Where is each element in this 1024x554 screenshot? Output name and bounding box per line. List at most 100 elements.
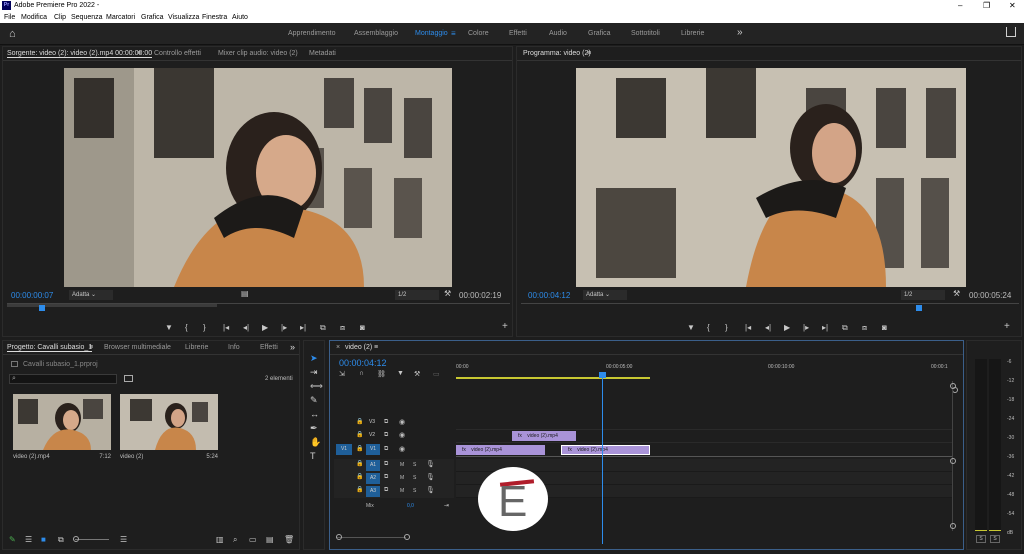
slip-icon[interactable]: ↔ (310, 409, 319, 419)
track-a1-label[interactable]: A1 (366, 460, 380, 471)
workspace-audio[interactable]: Audio (549, 30, 567, 37)
program-mark-in-button[interactable]: { (707, 323, 710, 332)
project-overflow-icon[interactable]: » (290, 342, 295, 352)
menu-aiuto[interactable]: Aiuto (232, 14, 248, 21)
track-v3-lane[interactable] (456, 417, 952, 430)
captions-icon[interactable]: ▭ (433, 370, 440, 378)
timeline-menu-icon[interactable]: ≡ (374, 344, 378, 351)
export-frame-button[interactable]: ◙ (360, 323, 365, 332)
minimize-button[interactable]: – (958, 1, 962, 10)
program-menu-icon[interactable]: ≡ (587, 50, 591, 57)
track-a1-lane[interactable] (456, 459, 952, 472)
track-v2-label[interactable]: V2 (366, 432, 378, 438)
list-view-icon[interactable]: ☰ (25, 535, 32, 544)
track-a3-lock-icon[interactable]: 🔒 (356, 486, 363, 493)
track-a1-sync-icon[interactable]: ⧉ (384, 461, 388, 468)
track-v3-sync-icon[interactable]: ⧉ (384, 419, 388, 426)
vscroll-mid-handle[interactable] (950, 458, 956, 464)
track-a3-sync-icon[interactable]: ⧉ (384, 487, 388, 494)
workspace-colore[interactable]: Colore (468, 30, 489, 37)
linked-selection-icon[interactable]: ⛓ (377, 370, 386, 378)
timeline-clip-v1-b[interactable]: fx video (2).mp4 (561, 445, 650, 455)
overwrite-button[interactable]: ⧈ (340, 323, 345, 333)
track-v2-eye-icon[interactable]: ◉ (399, 431, 405, 439)
vscroll-bottom-handle[interactable] (950, 523, 956, 529)
workspace-montaggio[interactable]: Montaggio (415, 30, 448, 37)
add-marker-button[interactable]: ▼ (165, 323, 173, 332)
track-select-icon[interactable]: ⇥ (310, 367, 318, 378)
tab-effect-controls[interactable]: Controllo effetti (154, 50, 201, 57)
track-a2-mute[interactable]: M (400, 475, 404, 481)
program-go-to-out-button[interactable]: ▸| (822, 323, 828, 332)
go-to-out-button[interactable]: ▸| (300, 323, 306, 332)
menu-sequenza[interactable]: Sequenza (71, 14, 103, 21)
icon-view-icon[interactable]: ■ (41, 535, 46, 544)
automate-icon[interactable]: ▥ (216, 535, 224, 544)
snap-icon[interactable]: ∩ (359, 370, 364, 377)
meter-solo-left[interactable]: S (976, 535, 986, 543)
program-play-button[interactable]: ▶ (784, 323, 790, 332)
track-a1-mute[interactable]: M (400, 462, 404, 468)
program-mark-out-button[interactable]: } (725, 323, 728, 332)
tab-audio-clip-mixer[interactable]: Mixer clip audio: video (2) (218, 50, 298, 57)
track-v2-sync-icon[interactable]: ⧉ (384, 432, 388, 439)
razor-icon[interactable]: ✎ (310, 395, 318, 406)
project-item-1[interactable]: video (2).mp4 7:12 (13, 394, 111, 464)
workspace-overflow-icon[interactable]: » (737, 27, 743, 38)
mark-out-button[interactable]: } (203, 323, 206, 332)
insert-button[interactable]: ⧉ (320, 323, 326, 333)
pen-icon[interactable]: ✒ (310, 423, 318, 434)
source-scrub-bar[interactable] (7, 303, 510, 313)
track-v2-lock-icon[interactable]: 🔒 (356, 431, 363, 438)
find-icon[interactable]: ⌕ (233, 535, 237, 545)
track-a2-sync-icon[interactable]: ⧉ (384, 474, 388, 481)
program-step-back-button[interactable]: ◂| (765, 323, 771, 332)
workspace-apprendimento[interactable]: Apprendimento (288, 30, 335, 37)
timeline-settings-icon[interactable]: ⚒ (414, 370, 420, 378)
program-playhead[interactable] (916, 305, 922, 311)
track-v1-eye-icon[interactable]: ◉ (399, 445, 405, 453)
track-a3-mic-icon[interactable]: 🎙 (426, 486, 435, 494)
tab-media-browser[interactable]: Browser multimediale (104, 344, 171, 351)
timeline-clip-v2[interactable]: fx video (2).mp4 (512, 431, 576, 441)
track-v3-lock-icon[interactable]: 🔒 (356, 418, 363, 425)
go-to-in-button[interactable]: |◂ (223, 323, 229, 332)
new-item-button[interactable]: ▤ (266, 535, 274, 544)
track-a1-lock-icon[interactable]: 🔒 (356, 460, 363, 467)
source-playhead[interactable] (39, 305, 45, 311)
timeline-playhead-head[interactable] (599, 372, 606, 378)
menu-grafica[interactable]: Grafica (141, 14, 164, 21)
workspace-menu-icon[interactable]: ≡ (451, 29, 456, 38)
tab-effects[interactable]: Effetti (260, 344, 278, 351)
hzoom-right-handle[interactable] (404, 534, 410, 540)
program-export-frame-button[interactable]: ◙ (882, 323, 887, 332)
freeform-view-icon[interactable]: ⧉ (58, 535, 64, 545)
step-forward-button[interactable]: |▸ (281, 323, 287, 332)
tab-libraries[interactable]: Librerie (185, 344, 208, 351)
track-a2-solo[interactable]: S (413, 475, 416, 481)
timeline-clip-v1-a[interactable]: fx video (2).mp4 (456, 445, 545, 455)
source-add-button[interactable]: + (502, 321, 508, 332)
type-icon[interactable]: T (310, 451, 316, 461)
tab-info[interactable]: Info (228, 344, 240, 351)
pencil-icon[interactable]: ✎ (9, 535, 16, 544)
track-a2-label[interactable]: A2 (366, 473, 380, 484)
program-step-forward-button[interactable]: |▸ (803, 323, 809, 332)
selection-icon[interactable]: ➤ (310, 353, 318, 364)
track-a3-solo[interactable]: S (413, 488, 416, 494)
track-a3-label[interactable]: A3 (366, 486, 380, 497)
menu-file[interactable]: File (4, 14, 15, 21)
share-icon[interactable] (1006, 27, 1016, 37)
meter-solo-right[interactable]: S (990, 535, 1000, 543)
hzoom-left-handle[interactable] (336, 534, 342, 540)
tab-program[interactable]: Programma: video (2) (523, 50, 591, 57)
ripple-icon[interactable]: ⟺ (310, 381, 323, 392)
timeline-vertical-scrollbar[interactable] (950, 381, 956, 531)
track-v1-label[interactable]: V1 (366, 444, 380, 455)
program-add-button[interactable]: + (1004, 321, 1010, 332)
program-current-timecode[interactable]: 00:00:04:12 (528, 291, 570, 300)
track-a2-mic-icon[interactable]: 🎙 (426, 473, 435, 481)
track-v3-label[interactable]: V3 (366, 419, 378, 425)
workspace-sottotitoli[interactable]: Sottotitoli (631, 30, 660, 37)
program-scrub-bar[interactable] (521, 303, 1019, 313)
